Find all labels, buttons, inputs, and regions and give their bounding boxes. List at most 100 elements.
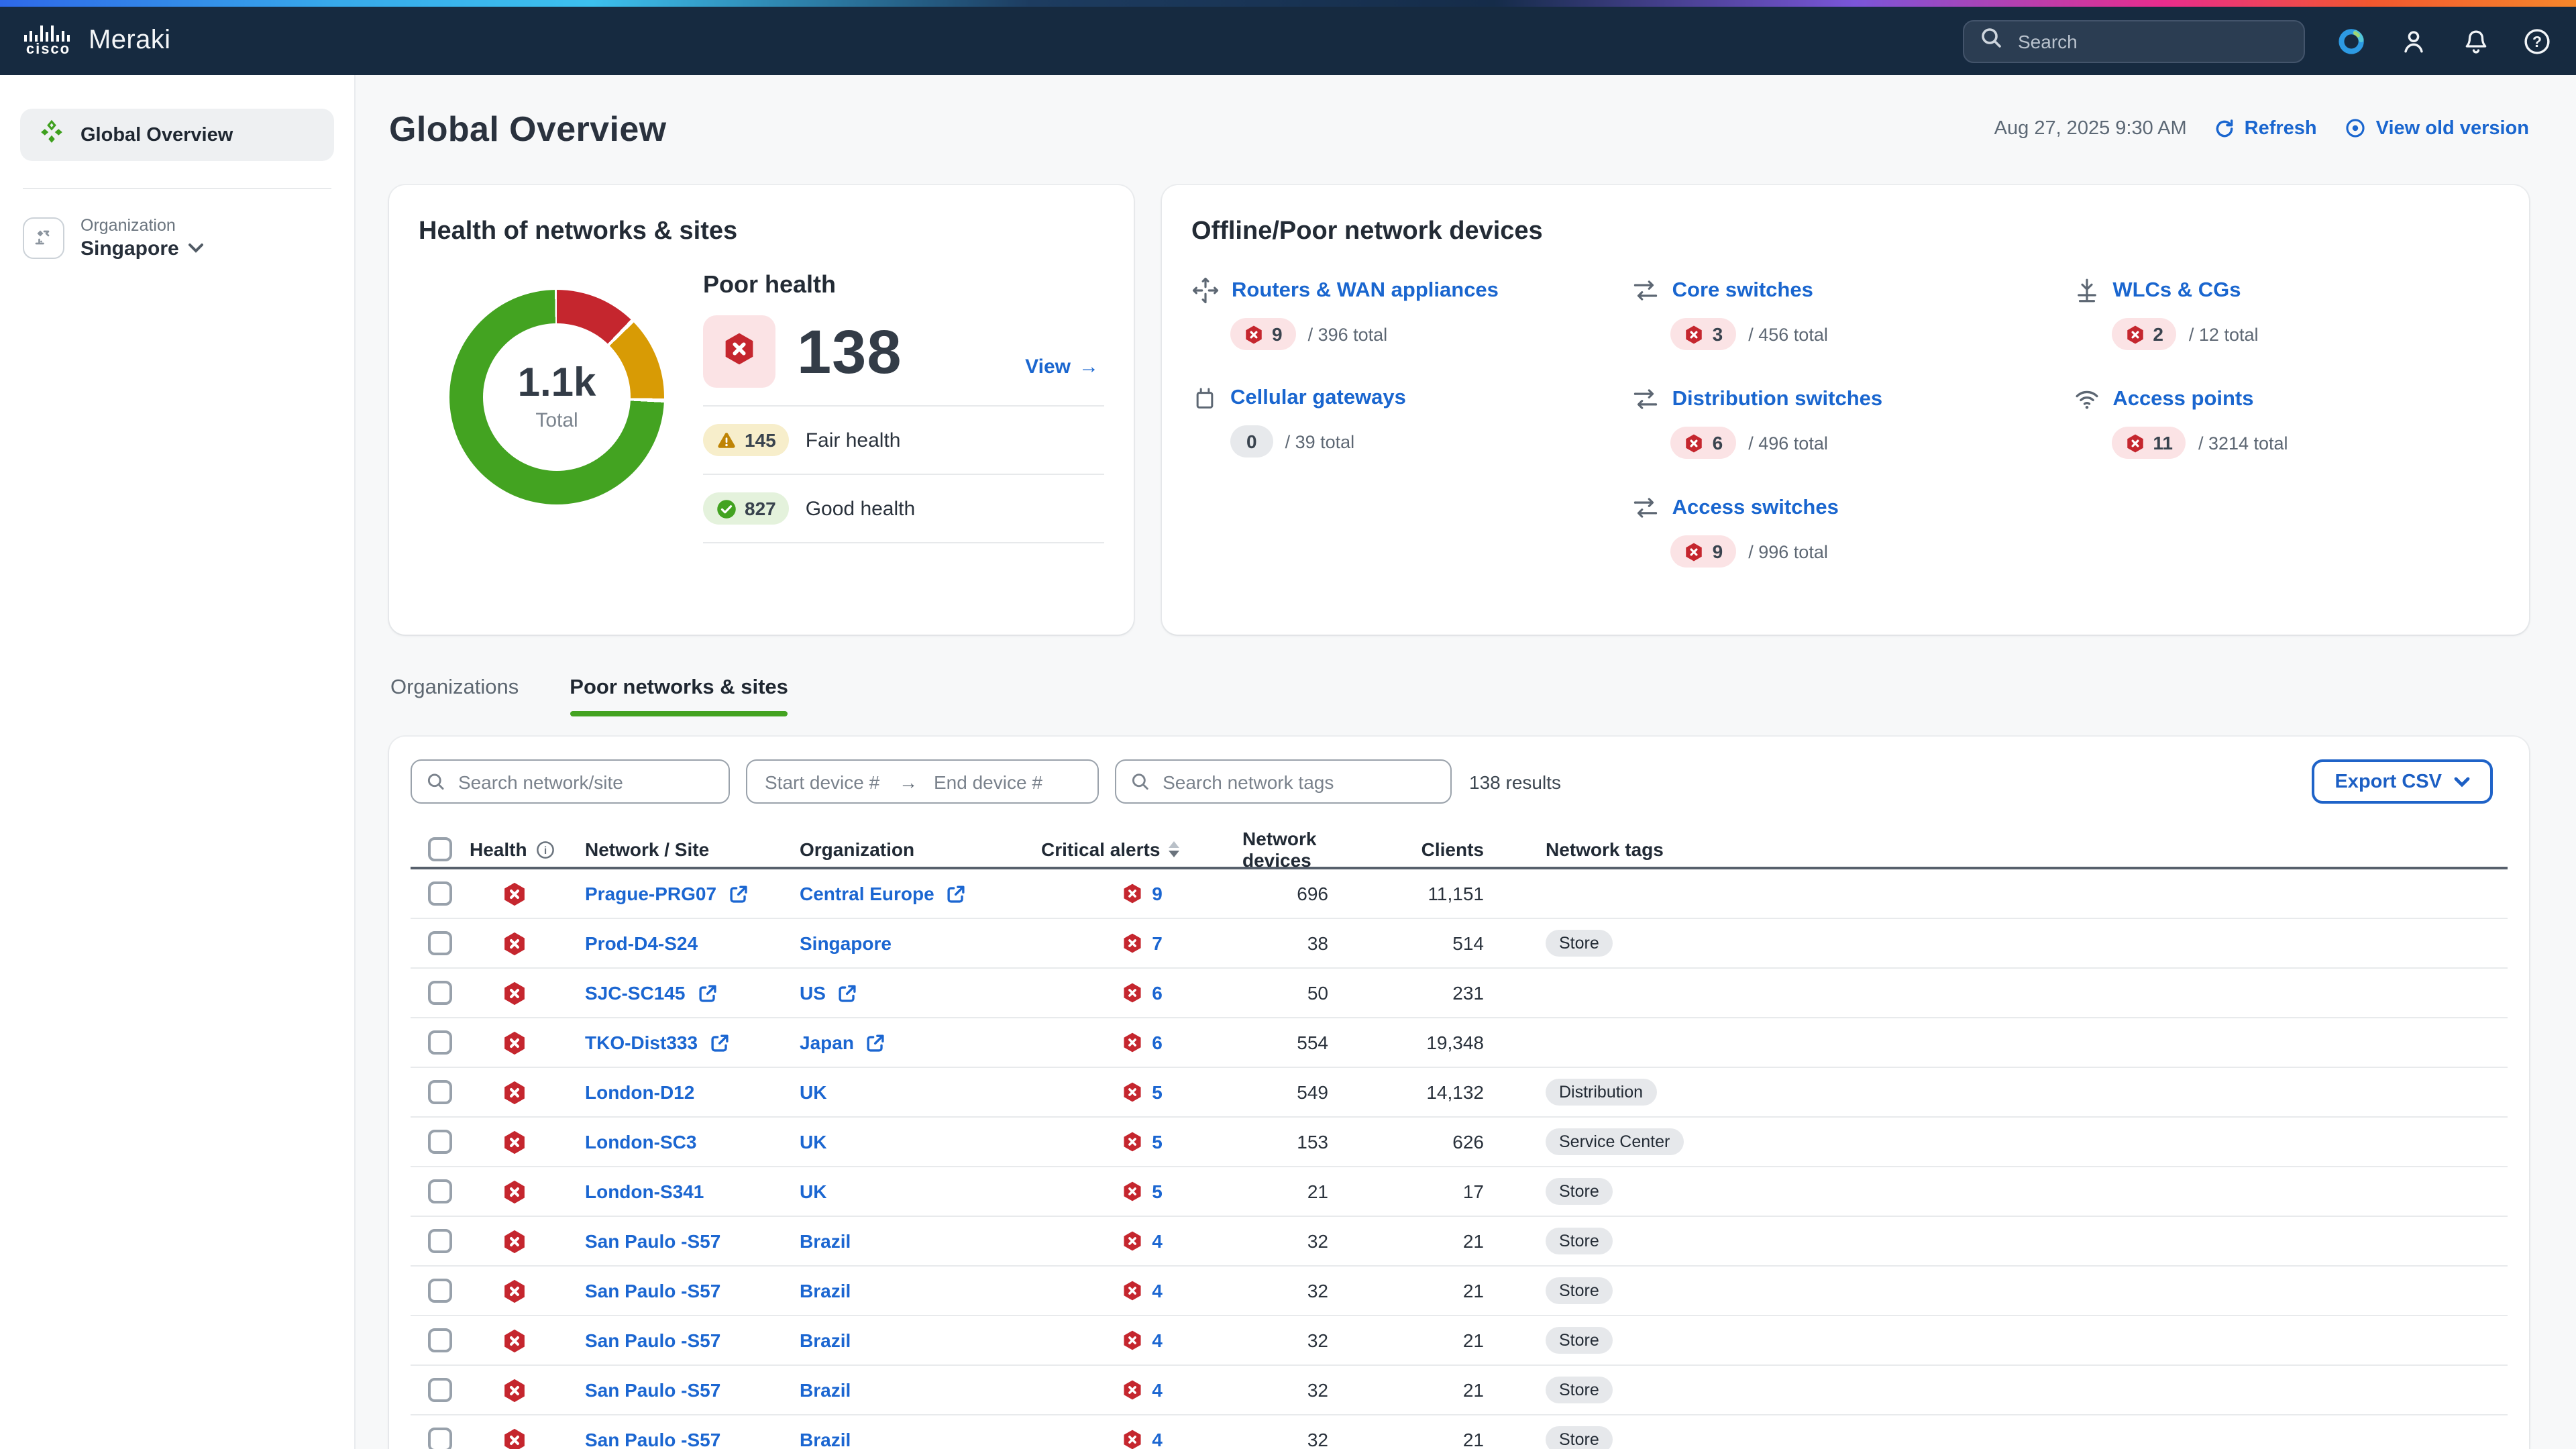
critical-hexagon-icon xyxy=(1244,324,1264,344)
row-checkbox[interactable] xyxy=(428,1279,452,1303)
global-overview-icon xyxy=(39,119,64,151)
network-site-search-input[interactable] xyxy=(455,769,714,794)
view-poor-networks-link[interactable]: View → xyxy=(1025,355,1104,378)
device-category-link[interactable]: Distribution switches xyxy=(1672,387,1883,411)
end-device-input[interactable] xyxy=(931,769,1055,794)
critical-alerts-link[interactable]: 6 xyxy=(1152,982,1163,1004)
start-device-input[interactable] xyxy=(762,769,885,794)
critical-alerts-link[interactable]: 5 xyxy=(1152,1081,1163,1103)
network-site-link[interactable]: San Paulo -S57 xyxy=(585,1330,720,1351)
network-site-link[interactable]: Prod-D4-S24 xyxy=(585,932,698,954)
device-category-link[interactable]: Routers & WAN appliances xyxy=(1232,278,1499,303)
external-link-icon[interactable] xyxy=(697,983,717,1003)
organization-link[interactable]: US xyxy=(800,982,826,1004)
network-tags-search[interactable] xyxy=(1115,759,1452,804)
account-icon[interactable] xyxy=(2399,26,2428,56)
row-checkbox[interactable] xyxy=(428,931,452,955)
table-row: San Paulo -S57 Brazil 4 32 21 Store xyxy=(411,1366,2508,1415)
external-link-icon[interactable] xyxy=(729,883,749,904)
network-tags-search-input[interactable] xyxy=(1160,769,1436,794)
view-old-version-button[interactable]: View old version xyxy=(2344,117,2529,140)
row-health-status xyxy=(470,1377,558,1403)
wlc-icon xyxy=(2072,276,2100,305)
external-link-icon[interactable] xyxy=(866,1032,886,1053)
row-checkbox[interactable] xyxy=(428,1328,452,1352)
sidebar-item-global-overview[interactable]: Global Overview xyxy=(20,109,334,161)
organization-link[interactable]: Central Europe xyxy=(800,883,934,904)
search-icon xyxy=(1131,771,1149,792)
device-category-link[interactable]: Access switches xyxy=(1672,496,1839,520)
critical-hexagon-icon xyxy=(501,1328,527,1353)
critical-alerts-link[interactable]: 4 xyxy=(1152,1280,1163,1301)
row-checkbox[interactable] xyxy=(428,981,452,1005)
export-csv-button[interactable]: Export CSV xyxy=(2312,759,2493,804)
critical-alerts-link[interactable]: 4 xyxy=(1152,1230,1163,1252)
organization-icon xyxy=(23,217,64,259)
organization-link[interactable]: Brazil xyxy=(800,1429,851,1449)
organization-link[interactable]: Brazil xyxy=(800,1330,851,1351)
network-site-link[interactable]: San Paulo -S57 xyxy=(585,1280,720,1301)
row-checkbox[interactable] xyxy=(428,1428,452,1449)
organization-link[interactable]: Brazil xyxy=(800,1379,851,1401)
network-site-link[interactable]: Prague-PRG07 xyxy=(585,883,716,904)
global-search[interactable] xyxy=(1963,19,2305,62)
device-category-link[interactable]: WLCs & CGs xyxy=(2112,278,2241,303)
organization-link[interactable]: Brazil xyxy=(800,1230,851,1252)
switch-icon xyxy=(1632,385,1660,413)
row-checkbox[interactable] xyxy=(428,1179,452,1203)
organization-link[interactable]: UK xyxy=(800,1181,826,1202)
organization-link[interactable]: Japan xyxy=(800,1032,854,1053)
info-icon[interactable]: i xyxy=(535,839,555,859)
row-checkbox[interactable] xyxy=(428,1229,452,1253)
tab-organizations[interactable]: Organizations xyxy=(390,676,519,716)
external-link-icon[interactable] xyxy=(947,883,967,904)
network-site-link[interactable]: TKO-Dist333 xyxy=(585,1032,698,1053)
critical-count-badge: 2 xyxy=(2111,318,2177,350)
critical-alerts-link[interactable]: 6 xyxy=(1152,1032,1163,1053)
network-site-link[interactable]: San Paulo -S57 xyxy=(585,1379,720,1401)
device-category-link[interactable]: Access points xyxy=(2112,387,2253,411)
row-checkbox[interactable] xyxy=(428,1030,452,1055)
meraki-insight-icon[interactable] xyxy=(2337,26,2367,56)
refresh-button[interactable]: Refresh xyxy=(2214,117,2317,139)
critical-alerts-link[interactable]: 4 xyxy=(1152,1429,1163,1449)
network-site-link[interactable]: London-D12 xyxy=(585,1081,694,1103)
critical-alerts-link[interactable]: 5 xyxy=(1152,1181,1163,1202)
organization-link[interactable]: UK xyxy=(800,1081,826,1103)
row-checkbox[interactable] xyxy=(428,1080,452,1104)
device-category-link[interactable]: Core switches xyxy=(1672,278,1813,303)
network-site-link[interactable]: San Paulo -S57 xyxy=(585,1429,720,1449)
network-site-link[interactable]: San Paulo -S57 xyxy=(585,1230,720,1252)
table-row: Prague-PRG07 Central Europe 9 696 11,151 xyxy=(411,869,2508,919)
network-site-link[interactable]: SJC-SC145 xyxy=(585,982,685,1004)
notifications-icon[interactable] xyxy=(2461,26,2490,56)
tab-poor-networks-sites[interactable]: Poor networks & sites xyxy=(570,676,788,716)
select-all-checkbox[interactable] xyxy=(428,837,452,861)
meraki-logo[interactable]: cisco Meraki xyxy=(24,24,170,58)
external-link-icon[interactable] xyxy=(838,983,858,1003)
device-category-link[interactable]: Cellular gateways xyxy=(1230,386,1406,411)
critical-alerts-link[interactable]: 4 xyxy=(1152,1330,1163,1351)
clients-count: 231 xyxy=(1377,982,1524,1004)
device-range-filter[interactable]: → xyxy=(746,759,1099,804)
check-circle-icon xyxy=(716,498,737,519)
critical-alerts-link[interactable]: 5 xyxy=(1152,1131,1163,1152)
row-checkbox[interactable] xyxy=(428,881,452,906)
organization-switcher[interactable]: Organization Singapore xyxy=(20,216,334,260)
organization-link[interactable]: Singapore xyxy=(800,932,892,954)
external-link-icon[interactable] xyxy=(710,1032,730,1053)
network-site-search[interactable] xyxy=(411,759,730,804)
help-icon[interactable]: ? xyxy=(2522,26,2552,56)
critical-alerts-link[interactable]: 4 xyxy=(1152,1379,1163,1401)
network-site-link[interactable]: London-S341 xyxy=(585,1181,704,1202)
row-checkbox[interactable] xyxy=(428,1130,452,1154)
organization-link[interactable]: UK xyxy=(800,1131,826,1152)
organization-link[interactable]: Brazil xyxy=(800,1280,851,1301)
search-input[interactable] xyxy=(2015,29,2288,53)
sort-icon[interactable] xyxy=(1168,841,1179,857)
row-health-status xyxy=(470,881,558,906)
row-checkbox[interactable] xyxy=(428,1378,452,1402)
critical-alerts-link[interactable]: 7 xyxy=(1152,932,1163,954)
critical-alerts-link[interactable]: 9 xyxy=(1152,883,1163,904)
network-site-link[interactable]: London-SC3 xyxy=(585,1131,696,1152)
